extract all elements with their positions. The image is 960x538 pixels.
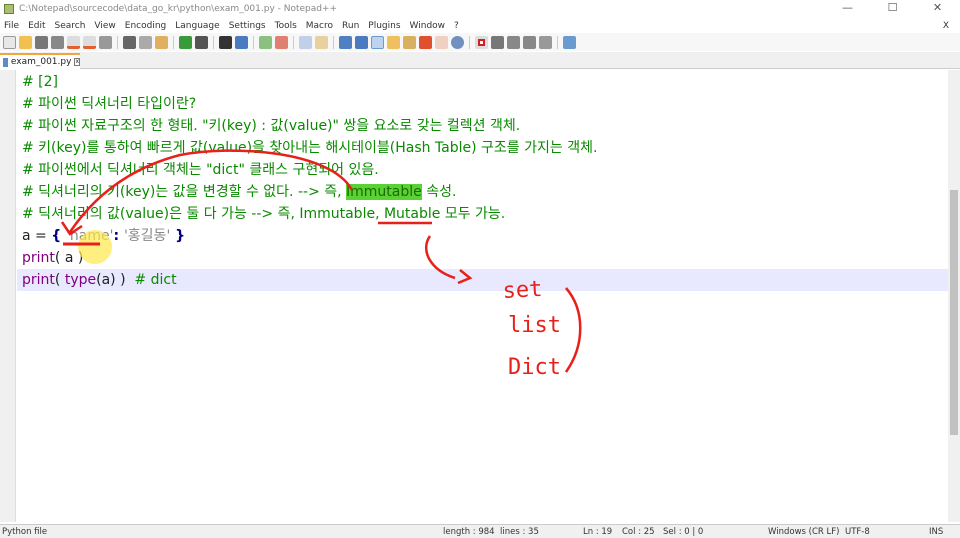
colon: : bbox=[113, 228, 124, 244]
sync-horizontal-icon[interactable] bbox=[315, 35, 328, 49]
tab-close-icon[interactable]: x bbox=[74, 58, 80, 66]
new-file-icon[interactable] bbox=[3, 35, 16, 49]
brace: { bbox=[51, 228, 67, 244]
keyword: print bbox=[22, 272, 55, 288]
folder-workspace-icon[interactable] bbox=[435, 35, 448, 49]
save-macro-icon[interactable] bbox=[539, 35, 552, 49]
cursor-line: Ln : 19 bbox=[583, 527, 613, 537]
menu-encoding[interactable]: Encoding bbox=[125, 21, 166, 31]
code-editor[interactable]: # [2] # 파이썬 딕셔너리 타입이란? # 파이썬 자료구조의 한 형태.… bbox=[0, 70, 948, 522]
replace-icon[interactable] bbox=[235, 35, 248, 49]
launch-browser-icon[interactable] bbox=[563, 35, 576, 49]
code-line: print( a ) bbox=[22, 247, 83, 269]
code-text: ( bbox=[54, 272, 65, 288]
menu-run[interactable]: Run bbox=[342, 21, 359, 31]
notepad-app-icon bbox=[4, 4, 14, 14]
tab-bar: exam_001.py x bbox=[0, 52, 960, 69]
close-document-button[interactable]: X bbox=[943, 21, 949, 31]
menu-bar: File Edit Search View Encoding Language … bbox=[0, 18, 960, 33]
monitoring-icon[interactable] bbox=[451, 35, 464, 49]
function-list-icon[interactable] bbox=[419, 35, 432, 49]
code-line: # 파이썬 자료구조의 한 형태. "키(key) : 값(value)" 쌍을… bbox=[22, 118, 521, 134]
status-bar: Python file length : 984 lines : 35 Ln :… bbox=[0, 524, 960, 538]
cursor-column: Col : 25 bbox=[622, 527, 655, 537]
stop-macro-icon[interactable] bbox=[491, 35, 504, 49]
code-line: # 파이썬 딕셔너리 타입이란? bbox=[22, 96, 197, 112]
tab-exam-001-py[interactable]: exam_001.py x bbox=[0, 53, 80, 69]
zoom-out-icon[interactable] bbox=[275, 35, 288, 49]
menu-edit[interactable]: Edit bbox=[28, 21, 45, 31]
cut-icon[interactable] bbox=[123, 35, 136, 49]
string: '홍길동' bbox=[123, 228, 171, 244]
close-all-icon[interactable] bbox=[83, 35, 96, 49]
sync-vertical-icon[interactable] bbox=[299, 35, 312, 49]
code-line: print( type(a) ) # dict bbox=[22, 269, 177, 291]
code-text: a = bbox=[22, 228, 52, 244]
menu-plugins[interactable]: Plugins bbox=[368, 21, 400, 31]
eol-format[interactable]: Windows (CR LF) bbox=[768, 527, 839, 537]
code-line: # [2] bbox=[22, 74, 59, 90]
code-line: # 키(key)를 통하여 빠르게 값(value)을 찾아내는 해시테이블(H… bbox=[22, 140, 598, 156]
minimize-button[interactable]: — bbox=[825, 0, 870, 16]
brace: } bbox=[170, 228, 186, 244]
fold-margin bbox=[0, 70, 16, 522]
title-bar: C:\Notepad\sourcecode\data_go_kr\python\… bbox=[0, 0, 960, 18]
code-text: (a) ) bbox=[96, 272, 126, 288]
keyword: type bbox=[64, 272, 97, 288]
comment: # dict bbox=[125, 272, 177, 288]
file-type: Python file bbox=[2, 527, 48, 537]
vertical-scrollbar[interactable] bbox=[948, 70, 960, 522]
line-count: lines : 35 bbox=[500, 527, 539, 537]
menu-search[interactable]: Search bbox=[55, 21, 86, 31]
toolbar bbox=[0, 33, 960, 51]
show-all-chars-icon[interactable] bbox=[355, 35, 368, 49]
close-icon[interactable] bbox=[67, 35, 80, 49]
close-button[interactable]: ✕ bbox=[915, 0, 960, 16]
lang-udl-icon[interactable] bbox=[387, 35, 400, 49]
indent-guide-icon[interactable] bbox=[371, 35, 384, 49]
code-line: # 딕셔너리의 값(value)은 둘 다 가능 --> 즉, Immutabl… bbox=[22, 206, 506, 222]
window-title: C:\Notepad\sourcecode\data_go_kr\python\… bbox=[19, 4, 338, 14]
print-icon[interactable] bbox=[99, 35, 112, 49]
saved-file-icon bbox=[3, 57, 8, 67]
string: 'name' bbox=[66, 228, 114, 244]
open-file-icon[interactable] bbox=[19, 35, 32, 49]
save-all-icon[interactable] bbox=[51, 35, 64, 49]
word-wrap-icon[interactable] bbox=[339, 35, 352, 49]
code-text: # 딕셔너리의 키(key)는 값을 변경할 수 없다. --> 즉, bbox=[22, 184, 347, 200]
maximize-button[interactable]: ☐ bbox=[870, 0, 915, 16]
encoding[interactable]: UTF-8 bbox=[845, 527, 870, 537]
doc-length: length : 984 bbox=[443, 527, 495, 537]
keyword: print bbox=[22, 250, 55, 266]
find-icon[interactable] bbox=[219, 35, 232, 49]
play-macro-icon[interactable] bbox=[507, 35, 520, 49]
menu-window[interactable]: Window bbox=[410, 21, 446, 31]
code-line: # 파이썬에서 딕셔너리 객체는 "dict" 클래스 구현되어 있음. bbox=[22, 162, 379, 178]
code-line: # 딕셔너리의 키(key)는 값을 변경할 수 없다. --> 즉, Immu… bbox=[22, 181, 456, 203]
menu-help[interactable]: ? bbox=[454, 21, 459, 31]
redo-icon[interactable] bbox=[195, 35, 208, 49]
menu-settings[interactable]: Settings bbox=[229, 21, 266, 31]
menu-view[interactable]: View bbox=[94, 21, 115, 31]
save-icon[interactable] bbox=[35, 35, 48, 49]
zoom-in-icon[interactable] bbox=[259, 35, 272, 49]
selection-info: Sel : 0 | 0 bbox=[663, 527, 704, 537]
copy-icon[interactable] bbox=[139, 35, 152, 49]
code-line: a = { 'name': '홍길동' } bbox=[22, 225, 185, 247]
menu-language[interactable]: Language bbox=[175, 21, 219, 31]
insert-mode[interactable]: INS bbox=[929, 527, 943, 537]
tab-label: exam_001.py bbox=[10, 57, 72, 67]
paste-icon[interactable] bbox=[155, 35, 168, 49]
selection-highlight: Immutable bbox=[346, 184, 422, 200]
code-text: ( a ) bbox=[54, 250, 84, 266]
run-macro-multiple-icon[interactable] bbox=[523, 35, 536, 49]
scrollbar-thumb[interactable] bbox=[950, 190, 958, 435]
menu-macro[interactable]: Macro bbox=[306, 21, 333, 31]
menu-tools[interactable]: Tools bbox=[275, 21, 297, 31]
menu-file[interactable]: File bbox=[4, 21, 19, 31]
record-macro-icon[interactable] bbox=[475, 35, 488, 49]
undo-icon[interactable] bbox=[179, 35, 192, 49]
code-text: 속성. bbox=[421, 184, 457, 200]
doc-map-icon[interactable] bbox=[403, 35, 416, 49]
